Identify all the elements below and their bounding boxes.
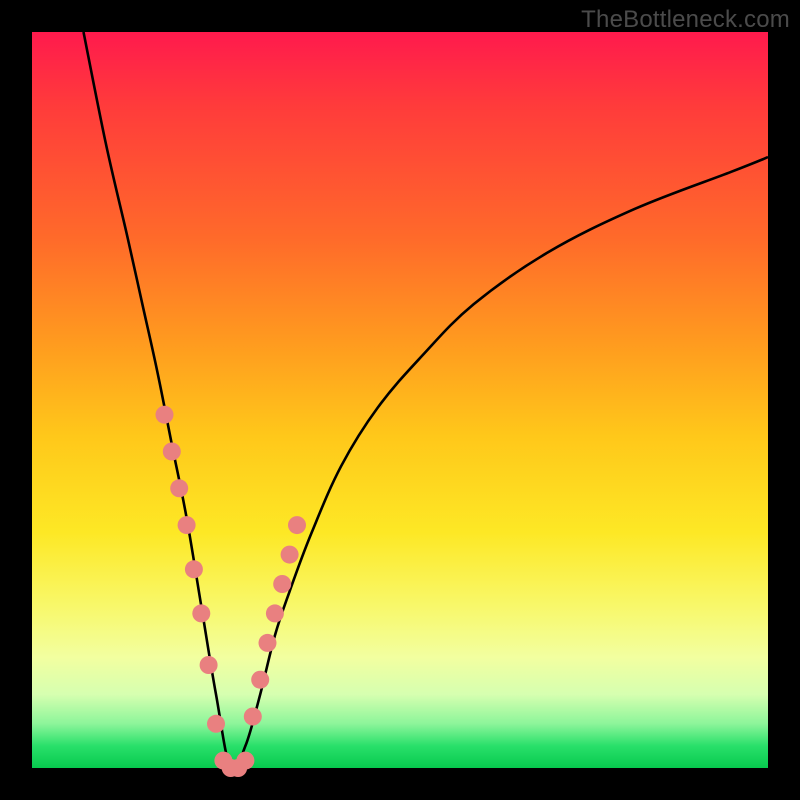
data-marker	[178, 516, 196, 534]
data-marker	[185, 560, 203, 578]
data-marker	[236, 752, 254, 770]
data-marker	[170, 479, 188, 497]
data-marker	[200, 656, 218, 674]
data-marker	[244, 708, 262, 726]
data-marker	[281, 546, 299, 564]
curve-layer	[84, 32, 769, 771]
data-marker	[288, 516, 306, 534]
data-marker	[259, 634, 277, 652]
chart-frame: TheBottleneck.com	[0, 0, 800, 800]
chart-svg	[32, 32, 768, 768]
data-marker	[163, 443, 181, 461]
bottleneck-curve	[84, 32, 769, 771]
plot-area	[32, 32, 768, 768]
data-marker	[156, 406, 174, 424]
data-marker	[251, 671, 269, 689]
watermark-text: TheBottleneck.com	[581, 6, 790, 34]
markers-layer	[156, 406, 307, 777]
data-marker	[207, 715, 225, 733]
data-marker	[273, 575, 291, 593]
data-marker	[266, 604, 284, 622]
data-marker	[192, 604, 210, 622]
